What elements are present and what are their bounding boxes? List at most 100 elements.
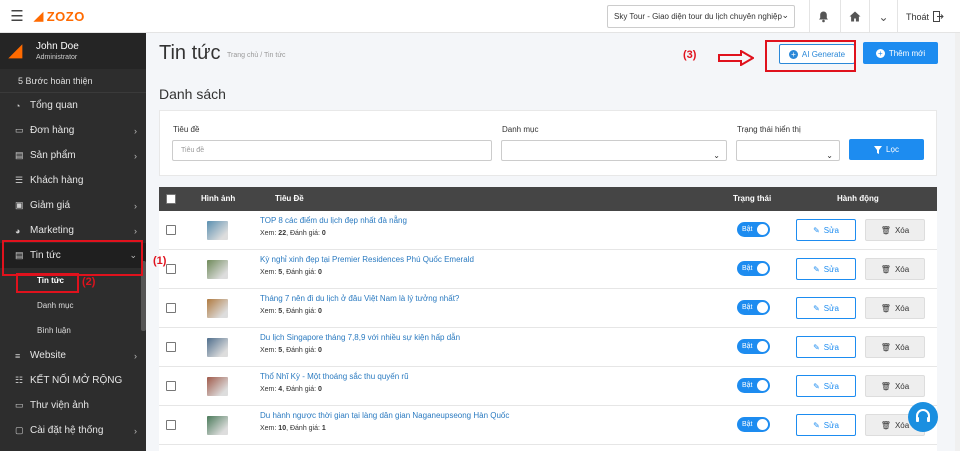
filter-button[interactable]: Lọc — [849, 139, 924, 160]
edit-label: Sửa — [823, 420, 839, 430]
toggle-label: Bật — [742, 421, 753, 428]
category-select[interactable]: ⌄ — [501, 140, 727, 161]
sidebar-item-settings[interactable]: ▢ Cài đặt hệ thống › — [0, 418, 146, 443]
delete-label: Xóa — [894, 420, 910, 430]
status-select[interactable]: ⌄ — [736, 140, 840, 161]
sidebar-item-label: Marketing — [30, 225, 74, 236]
status-toggle[interactable]: Bật — [737, 261, 770, 276]
sidebar-item-order[interactable]: ▭ Đơn hàng › — [0, 118, 146, 143]
status-toggle[interactable]: Bật — [737, 378, 770, 393]
row-checkbox[interactable] — [166, 225, 176, 235]
row-checkbox[interactable] — [166, 381, 176, 391]
toggle-knob — [757, 302, 768, 313]
edit-button[interactable]: ✎ Sửa — [796, 375, 856, 397]
logout-button[interactable]: Thoát — [897, 0, 944, 33]
sidebar-subitem[interactable]: Danh mục — [0, 293, 146, 318]
table-row[interactable]: Du hành ngược thời gian tại làng dân gia… — [159, 406, 937, 445]
sidebar-item-website[interactable]: ≡ Website › — [0, 343, 146, 368]
status-toggle[interactable]: Bật — [737, 300, 770, 315]
filter-panel: Tiêu đề Tiêu đề Danh mục ⌄ Trạng thái hi… — [159, 110, 937, 176]
article-title-link[interactable]: Thổ Nhĩ Kỳ - Một thoáng sắc thu quyến rũ — [260, 372, 409, 381]
sidebar-item-dashboard[interactable]: ◔ Tổng quan — [0, 93, 146, 118]
views-label: Xem: — [260, 386, 277, 393]
views-label: Xem: — [260, 425, 277, 432]
sidebar-subitem[interactable]: Bình luận — [0, 318, 146, 343]
table-row[interactable]: Kỳ nghỉ xinh đẹp tại Premier Residences … — [159, 250, 937, 289]
thumbnail-image — [207, 260, 228, 279]
sidebar-item-label: Giảm giá — [30, 200, 71, 211]
notification-bell-icon[interactable] — [809, 0, 837, 33]
site-selector[interactable]: Sky Tour - Giao diện tour du lịch chuyên… — [607, 5, 795, 28]
row-checkbox[interactable] — [166, 303, 176, 313]
edit-button[interactable]: ✎ Sửa — [796, 219, 856, 241]
status-toggle[interactable]: Bật — [737, 339, 770, 354]
column-header-image: Hình ảnh — [201, 194, 236, 203]
delete-button[interactable]: 🗑 Xóa — [865, 258, 925, 280]
delete-button[interactable]: 🗑 Xóa — [865, 375, 925, 397]
edit-label: Sửa — [823, 303, 839, 313]
article-title-link[interactable]: Du lịch Singapore tháng 7,8,9 với nhiều … — [260, 333, 460, 342]
sidebar-item-plugin[interactable]: ☷ KẾT NỐI MỞ RỘNG — [0, 368, 146, 393]
edit-icon: ✎ — [813, 381, 820, 391]
views-count: 22 — [278, 230, 287, 237]
sidebar-item-label: Khách hàng — [30, 175, 84, 186]
breadcrumb[interactable]: Trang chủ / Tin tức — [227, 52, 286, 59]
edit-icon: ✎ — [813, 225, 820, 235]
table-row[interactable]: Du lịch Singapore tháng 7,8,9 với nhiều … — [159, 328, 937, 367]
article-title-link[interactable]: Kỳ nghỉ xinh đẹp tại Premier Residences … — [260, 255, 474, 264]
rating-count: 0 — [318, 347, 322, 354]
edit-button[interactable]: ✎ Sửa — [796, 336, 856, 358]
chevron-right-icon: › — [134, 150, 137, 161]
column-header-title: Tiêu Đề — [275, 194, 304, 203]
status-toggle[interactable]: Bật — [737, 417, 770, 432]
sidebar-item-discount[interactable]: ▣ Giảm giá › — [0, 193, 146, 218]
delete-button[interactable]: 🗑 Xóa — [865, 219, 925, 241]
toggle-knob — [757, 224, 768, 235]
chevron-down-icon: ⌄ — [826, 151, 833, 160]
sidebar-item-product[interactable]: ▤ Sản phẩm › — [0, 143, 146, 168]
account-dropdown-chevron-icon[interactable]: ⌄ — [869, 0, 897, 33]
delete-button[interactable]: 🗑 Xóa — [865, 297, 925, 319]
row-checkbox[interactable] — [166, 264, 176, 274]
status-toggle[interactable]: Bật — [737, 222, 770, 237]
delete-button[interactable]: 🗑 Xóa — [865, 336, 925, 358]
title-filter-input[interactable]: Tiêu đề — [172, 140, 492, 161]
add-new-button[interactable]: + Thêm mới — [863, 42, 938, 64]
brand-name: ZOZO — [46, 8, 85, 24]
select-all-checkbox[interactable] — [166, 194, 176, 204]
sidebar-item-gallery[interactable]: ▭ Thư viện ảnh — [0, 393, 146, 418]
article-title-link[interactable]: Tháng 7 nên đi du lịch ở đâu Việt Nam là… — [260, 294, 459, 303]
table-body: TOP 8 các điểm du lịch đẹp nhất đà nẵng … — [159, 211, 937, 445]
rating-count: 0 — [318, 269, 322, 276]
delete-label: Xóa — [894, 303, 910, 313]
sidebar-item-label: Tổng quan — [30, 100, 78, 111]
user-panel[interactable]: ◢ John Doe Administrator — [0, 33, 146, 69]
column-header-actions: Hành động — [837, 194, 879, 203]
setup-steps-link[interactable]: 5 Bước hoàn thiện — [0, 69, 146, 93]
chat-support-button[interactable] — [908, 402, 938, 432]
hamburger-menu-icon[interactable]: ☰ — [0, 0, 34, 33]
sidebar-item-customers[interactable]: ☰ Khách hàng — [0, 168, 146, 193]
row-checkbox[interactable] — [166, 420, 176, 430]
edit-button[interactable]: ✎ Sửa — [796, 297, 856, 319]
edit-button[interactable]: ✎ Sửa — [796, 258, 856, 280]
filter-button-label: Lọc — [886, 145, 899, 154]
table-row[interactable]: TOP 8 các điểm du lịch đẹp nhất đà nẵng … — [159, 211, 937, 250]
sidebar-item-label: Website — [30, 350, 66, 361]
brand-logo[interactable]: ◢ ZOZO — [34, 9, 85, 24]
home-icon[interactable] — [840, 0, 868, 33]
row-checkbox[interactable] — [166, 342, 176, 352]
toggle-label: Bật — [742, 226, 753, 233]
page-scrollbar[interactable] — [955, 33, 960, 451]
article-stats: Xem: 5, Đánh giá: 0 — [260, 347, 322, 354]
rating-label: Đánh giá: — [289, 230, 320, 237]
article-title-link[interactable]: Du hành ngược thời gian tại làng dân gia… — [260, 411, 509, 420]
rating-label: Đánh giá: — [286, 386, 317, 393]
chevron-down-icon: ⌄ — [781, 10, 789, 20]
table-row[interactable]: Tháng 7 nên đi du lịch ở đâu Việt Nam là… — [159, 289, 937, 328]
sidebar-item-label: Cài đặt hệ thống — [30, 425, 104, 436]
edit-button[interactable]: ✎ Sửa — [796, 414, 856, 436]
table-row[interactable]: Thổ Nhĩ Kỳ - Một thoáng sắc thu quyến rũ… — [159, 367, 937, 406]
article-title-link[interactable]: TOP 8 các điểm du lịch đẹp nhất đà nẵng — [260, 216, 407, 225]
plugin-icon: ☷ — [15, 375, 24, 385]
